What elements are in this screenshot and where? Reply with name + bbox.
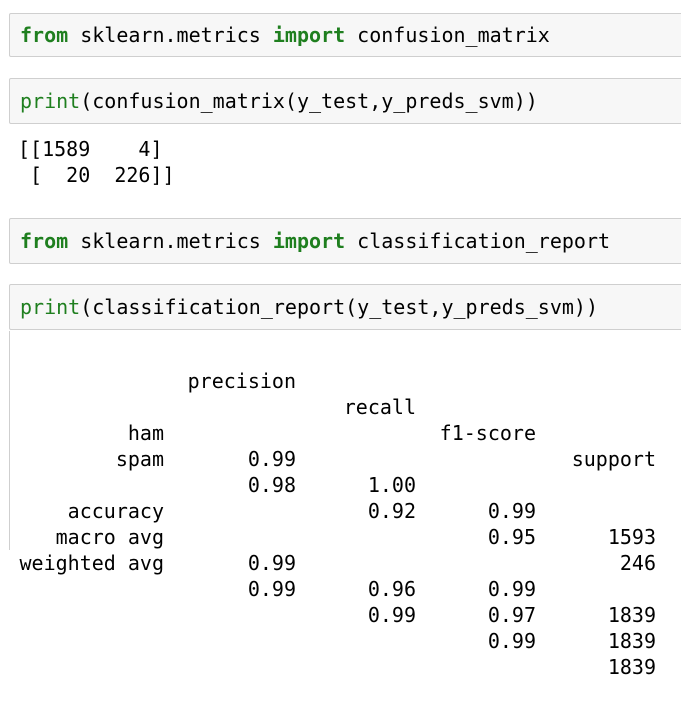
row-label: weighted avg xyxy=(19,551,165,575)
code-line: from sklearn.metrics import confusion_ma… xyxy=(20,23,550,47)
builtin-print: print xyxy=(20,295,81,319)
cell-support: 1839 xyxy=(607,629,656,653)
report-row-accuracy: accuracy 0.99 1839 xyxy=(10,472,681,627)
code-cell-print-confusion-matrix[interactable]: print(confusion_matrix(y_test,y_preds_sv… xyxy=(9,78,681,124)
code-line: from sklearn.metrics import classificati… xyxy=(20,229,610,253)
cell-f1: 0.99 xyxy=(487,577,536,601)
matrix-row-1: [[1589 4] xyxy=(18,137,163,161)
report-row-spam: spam 0.98 0.92 0.95 246 xyxy=(10,420,681,575)
keyword-import: import xyxy=(272,23,346,47)
cell-precision: 0.99 xyxy=(247,447,296,471)
header-support: support xyxy=(571,447,656,471)
code-line: print(classification_report(y_test,y_pre… xyxy=(20,295,598,319)
report-row-ham: ham 0.99 1.00 0.99 1593 xyxy=(10,394,681,549)
imported-name: confusion_matrix xyxy=(345,23,550,47)
cell-precision: 0.99 xyxy=(247,551,296,575)
row-label: spam xyxy=(115,447,164,471)
code-cell-print-classification-report[interactable]: print(classification_report(y_test,y_pre… xyxy=(9,284,681,330)
keyword-from: from xyxy=(20,23,69,47)
cell-f1: 0.97 xyxy=(487,603,536,627)
imported-name: classification_report xyxy=(345,229,611,253)
report-row-weighted-avg: weighted avg 0.99 0.99 0.99 1839 xyxy=(10,524,681,679)
call-arguments: (confusion_matrix(y_test,y_preds_svm)) xyxy=(80,89,538,113)
module-path: sklearn.metrics xyxy=(68,23,273,47)
keyword-from: from xyxy=(20,229,69,253)
cell-support: 1839 xyxy=(607,603,656,627)
cell-recall: 0.96 xyxy=(367,577,416,601)
header-precision: precision xyxy=(187,369,296,393)
code-cell-import-confusion-matrix[interactable]: from sklearn.metrics import confusion_ma… xyxy=(9,13,681,57)
report-row-macro-avg: macro avg 0.99 0.96 0.97 1839 xyxy=(10,498,681,653)
matrix-row-2: [ 20 226]] xyxy=(18,163,175,187)
classification-report-output: precision recall f1-score support ham 0.… xyxy=(9,331,681,679)
cell-support: 1839 xyxy=(607,655,656,679)
confusion-matrix-output: [[1589 4] [ 20 226]] xyxy=(18,136,175,188)
cell-f1: 0.99 xyxy=(487,629,536,653)
code-cell-import-classification-report[interactable]: from sklearn.metrics import classificati… xyxy=(9,218,681,264)
module-path: sklearn.metrics xyxy=(68,229,273,253)
report-header: precision recall f1-score support xyxy=(10,342,681,471)
builtin-print: print xyxy=(20,89,81,113)
keyword-import: import xyxy=(272,229,346,253)
cell-recall: 0.99 xyxy=(367,603,416,627)
code-line: print(confusion_matrix(y_test,y_preds_sv… xyxy=(20,89,538,113)
cell-support: 246 xyxy=(619,551,656,575)
cell-precision: 0.99 xyxy=(247,577,296,601)
call-arguments: (classification_report(y_test,y_preds_sv… xyxy=(80,295,598,319)
